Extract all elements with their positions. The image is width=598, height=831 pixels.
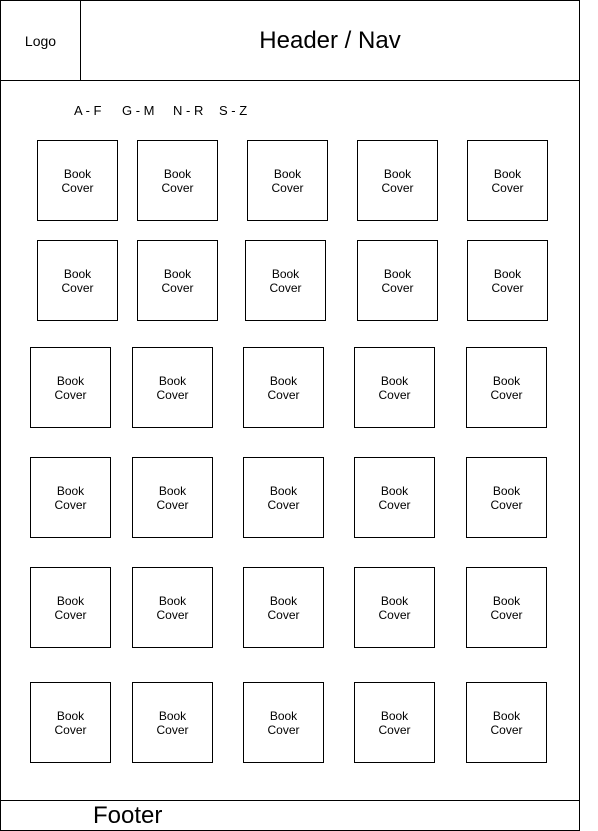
book-cover-label: Book Cover (490, 373, 523, 402)
book-cover-label: Book Cover (54, 708, 87, 737)
book-cover[interactable]: Book Cover (137, 240, 218, 321)
book-cover-label: Book Cover (267, 483, 300, 512)
footer-label: Footer (93, 802, 163, 829)
book-cover[interactable]: Book Cover (245, 240, 326, 321)
book-cover[interactable]: Book Cover (37, 240, 118, 321)
logo[interactable]: Logo (0, 0, 81, 81)
book-cover-label: Book Cover (161, 266, 194, 295)
book-cover[interactable]: Book Cover (357, 240, 438, 321)
book-cover-label: Book Cover (156, 708, 189, 737)
filter-n-r[interactable]: N - R (173, 103, 203, 119)
book-cover[interactable]: Book Cover (354, 457, 435, 538)
book-cover[interactable]: Book Cover (37, 140, 118, 221)
book-cover[interactable]: Book Cover (247, 140, 328, 221)
book-cover-label: Book Cover (156, 593, 189, 622)
book-cover[interactable]: Book Cover (137, 140, 218, 221)
book-cover[interactable]: Book Cover (466, 457, 547, 538)
book-cover[interactable]: Book Cover (466, 567, 547, 648)
book-cover[interactable]: Book Cover (243, 567, 324, 648)
book-cover-label: Book Cover (156, 373, 189, 402)
book-cover-label: Book Cover (491, 266, 524, 295)
book-cover[interactable]: Book Cover (354, 347, 435, 428)
book-cover-label: Book Cover (381, 266, 414, 295)
footer: Footer (0, 800, 580, 831)
book-cover-label: Book Cover (381, 166, 414, 195)
book-cover-label: Book Cover (61, 166, 94, 195)
logo-label: Logo (24, 32, 57, 49)
book-cover-label: Book Cover (161, 166, 194, 195)
book-cover-label: Book Cover (271, 166, 304, 195)
filter-g-m[interactable]: G - M (122, 103, 155, 119)
book-cover-label: Book Cover (490, 593, 523, 622)
book-cover-label: Book Cover (54, 483, 87, 512)
header-title: Header / Nav (259, 26, 401, 54)
book-cover-label: Book Cover (269, 266, 302, 295)
book-cover-label: Book Cover (378, 483, 411, 512)
book-cover[interactable]: Book Cover (467, 240, 548, 321)
book-cover[interactable]: Book Cover (467, 140, 548, 221)
book-cover[interactable]: Book Cover (30, 347, 111, 428)
filter-a-f[interactable]: A - F (74, 103, 101, 119)
book-cover[interactable]: Book Cover (354, 567, 435, 648)
header-nav: Header / Nav (80, 0, 580, 81)
book-cover-label: Book Cover (267, 373, 300, 402)
book-cover-label: Book Cover (156, 483, 189, 512)
book-cover[interactable]: Book Cover (243, 457, 324, 538)
book-cover-label: Book Cover (378, 708, 411, 737)
book-cover-label: Book Cover (267, 593, 300, 622)
book-cover-label: Book Cover (490, 483, 523, 512)
book-cover[interactable]: Book Cover (132, 347, 213, 428)
book-cover-label: Book Cover (490, 708, 523, 737)
book-cover-label: Book Cover (54, 593, 87, 622)
book-cover[interactable]: Book Cover (466, 682, 547, 763)
book-cover[interactable]: Book Cover (243, 682, 324, 763)
book-cover[interactable]: Book Cover (243, 347, 324, 428)
book-cover-label: Book Cover (267, 708, 300, 737)
book-cover[interactable]: Book Cover (30, 682, 111, 763)
book-cover[interactable]: Book Cover (132, 567, 213, 648)
book-cover-label: Book Cover (491, 166, 524, 195)
book-cover-label: Book Cover (378, 593, 411, 622)
filter-s-z[interactable]: S - Z (219, 103, 247, 119)
book-cover-label: Book Cover (378, 373, 411, 402)
book-cover[interactable]: Book Cover (30, 457, 111, 538)
book-cover[interactable]: Book Cover (132, 457, 213, 538)
book-cover[interactable]: Book Cover (132, 682, 213, 763)
book-cover[interactable]: Book Cover (357, 140, 438, 221)
book-cover[interactable]: Book Cover (466, 347, 547, 428)
book-cover-label: Book Cover (54, 373, 87, 402)
book-cover[interactable]: Book Cover (354, 682, 435, 763)
book-cover[interactable]: Book Cover (30, 567, 111, 648)
book-cover-label: Book Cover (61, 266, 94, 295)
